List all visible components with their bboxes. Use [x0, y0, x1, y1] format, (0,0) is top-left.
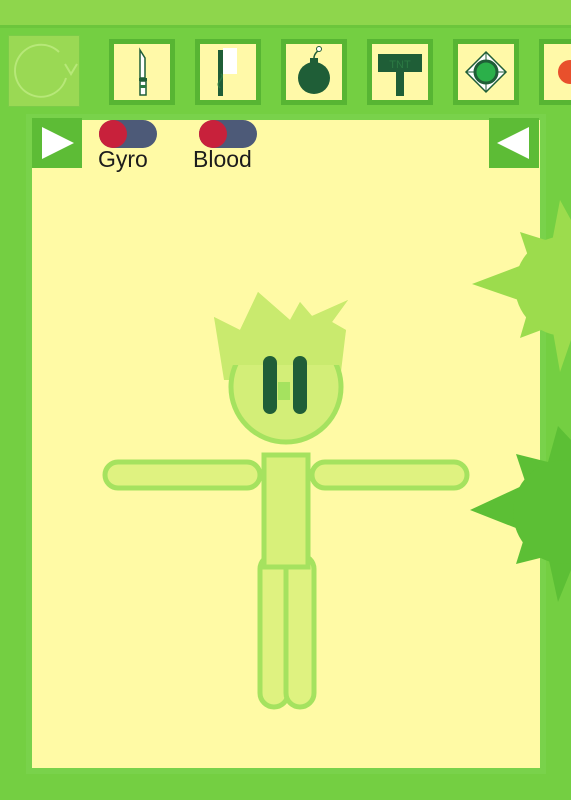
arrow-left-icon: [493, 122, 535, 164]
red-ball-icon: [558, 60, 571, 84]
mine-icon: [464, 50, 508, 94]
left-eye: [263, 356, 277, 414]
ragdoll[interactable]: [100, 290, 472, 712]
left-arm: [102, 459, 263, 491]
tool-knife-button[interactable]: [109, 39, 175, 105]
gyro-toggle[interactable]: [99, 120, 157, 148]
prev-map-button[interactable]: [489, 118, 539, 168]
toggle-knob: [99, 120, 127, 148]
next-map-button[interactable]: [32, 118, 82, 168]
toggle-knob: [199, 120, 227, 148]
right-leg: [283, 552, 317, 710]
bottom-frame: [0, 774, 571, 800]
tool-mine-button[interactable]: [453, 39, 519, 105]
sword-icon: [217, 48, 237, 96]
right-eye: [293, 356, 307, 414]
tnt-sign-icon: TNT: [378, 54, 422, 96]
blood-toggle[interactable]: [199, 120, 257, 148]
bomb-icon: [298, 46, 330, 94]
reset-icon: [14, 43, 78, 98]
spiked-ball-top[interactable]: [460, 200, 571, 385]
ragdoll-torso: [261, 452, 311, 570]
reset-button[interactable]: [8, 35, 80, 107]
arrow-right-icon: [36, 122, 78, 164]
tool-sword-button[interactable]: [195, 39, 261, 105]
tool-tnt-button[interactable]: TNT: [367, 39, 433, 105]
tnt-sign-label: TNT: [389, 59, 411, 71]
blood-label: Blood: [193, 146, 252, 172]
spiked-ball-bottom[interactable]: [460, 420, 571, 610]
tool-partial-button[interactable]: [539, 39, 571, 105]
tool-bomb-button[interactable]: [281, 39, 347, 105]
right-arm: [309, 459, 470, 491]
top-bar: [0, 0, 571, 28]
gyro-label: Gyro: [98, 146, 148, 172]
knife-icon: [139, 47, 147, 96]
